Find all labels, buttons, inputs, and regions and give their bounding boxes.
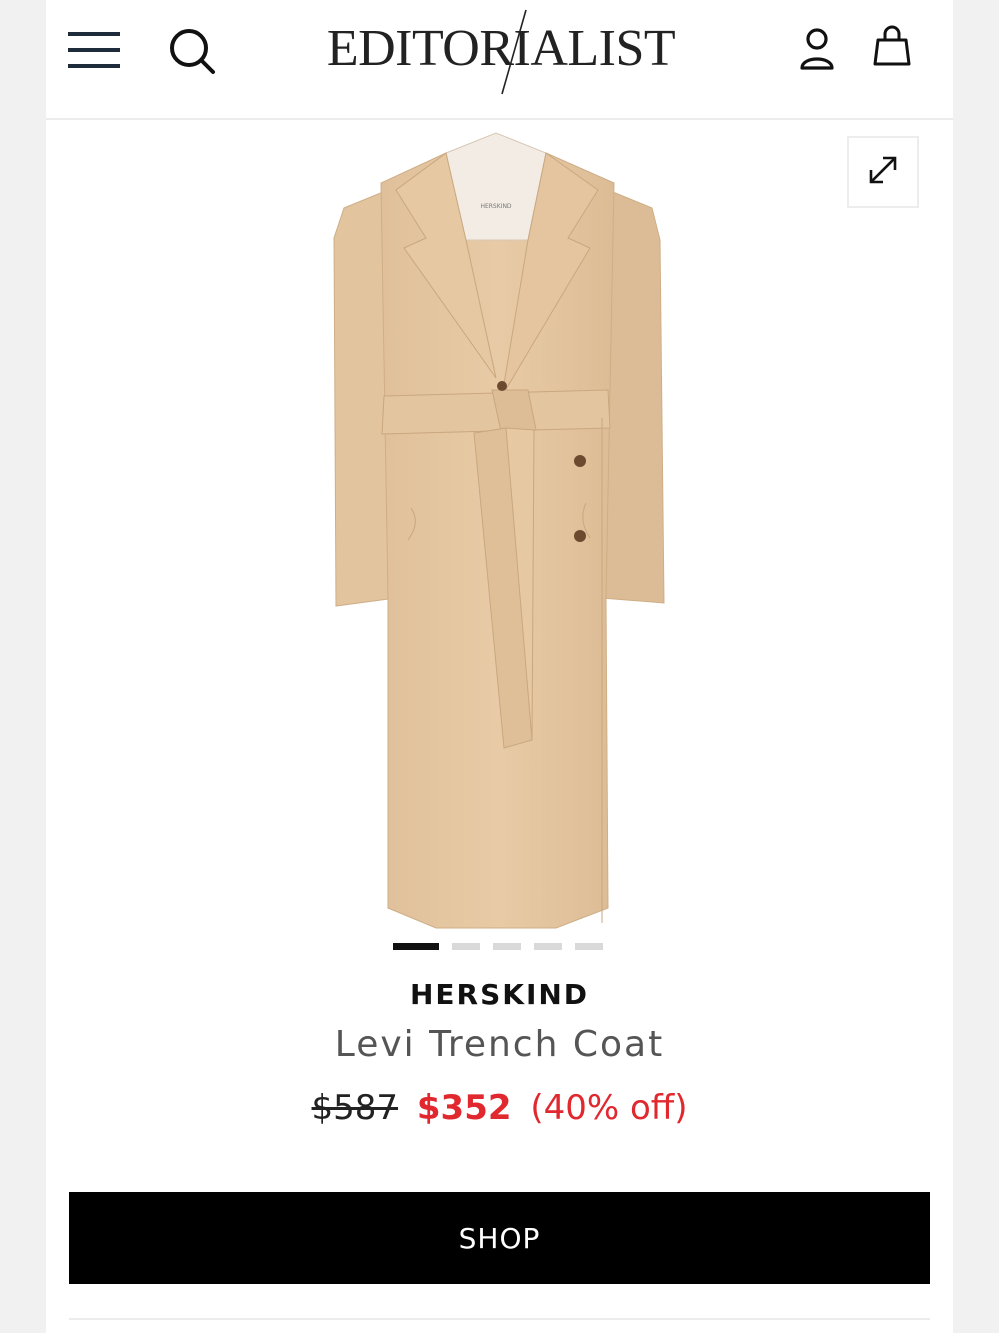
logo-slash-mark [501, 9, 527, 95]
gallery-dot-2[interactable] [452, 943, 480, 950]
discount-label: (40% off) [530, 1088, 688, 1128]
product-brand[interactable]: HERSKIND [46, 978, 953, 1011]
expand-arrows-icon [866, 153, 900, 191]
product-name: Levi Trench Coat [334, 1024, 665, 1065]
gallery-dot-3[interactable] [493, 943, 521, 950]
shop-button-label: SHOP [458, 1221, 541, 1255]
section-divider [69, 1318, 930, 1320]
gallery-dot-4[interactable] [534, 943, 562, 950]
product-image-trench-coat[interactable]: HERSKIND [296, 128, 696, 938]
gallery-dot-5[interactable] [575, 943, 603, 950]
gallery-dot-1[interactable] [393, 943, 439, 950]
price-row: $587 $352 (40% off) [46, 1088, 953, 1128]
hamburger-menu-icon[interactable] [66, 25, 122, 75]
expand-image-button[interactable] [847, 136, 919, 208]
product-page: EDITORIALIST HERSKIND HERSKIND Levi Tren… [46, 0, 953, 1333]
sale-price: $352 [416, 1088, 512, 1128]
search-icon[interactable] [164, 24, 220, 78]
shop-button[interactable]: SHOP [69, 1192, 930, 1284]
site-header: EDITORIALIST [46, 0, 953, 120]
gallery-pagination [393, 943, 603, 951]
coat-label-text: HERSKIND [480, 203, 511, 210]
site-logo[interactable]: EDITORIALIST [266, 4, 736, 95]
original-price: $587 [311, 1088, 399, 1128]
user-account-icon[interactable] [794, 24, 840, 74]
shopping-bag-icon[interactable] [868, 22, 916, 72]
